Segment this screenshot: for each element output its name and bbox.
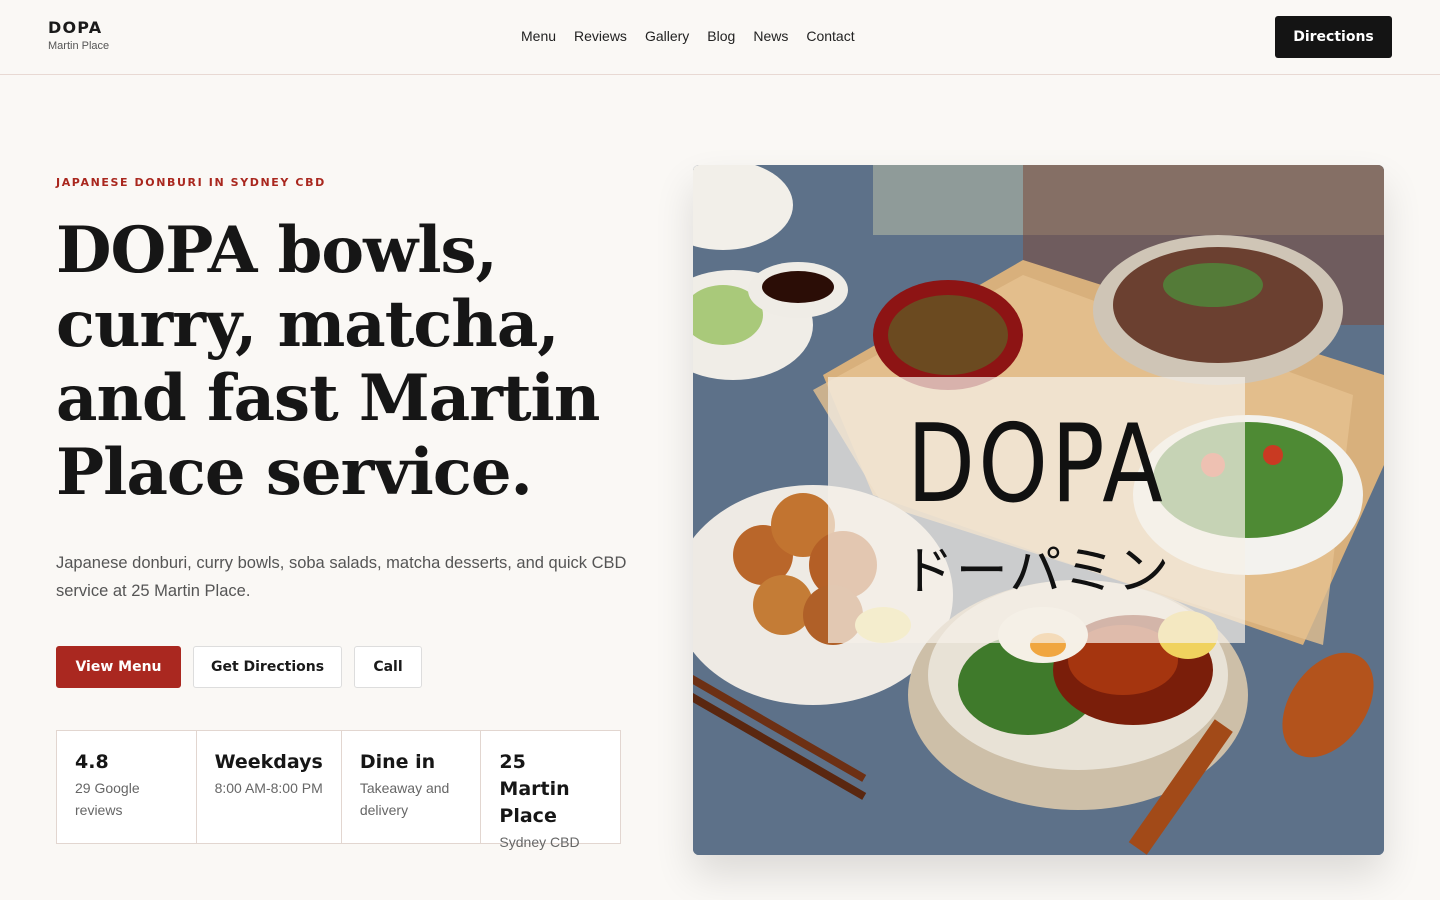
- nav-menu[interactable]: Menu: [521, 26, 556, 46]
- fact-service-title: Dine in: [359, 751, 436, 773]
- call-button[interactable]: Call: [354, 646, 422, 688]
- fact-address-title: 25 Martin Place: [499, 751, 570, 827]
- fact-hours-title: Weekdays: [214, 751, 323, 773]
- nav-gallery[interactable]: Gallery: [645, 26, 689, 46]
- brand[interactable]: DOPA Martin Place: [48, 19, 109, 53]
- nav-reviews[interactable]: Reviews: [574, 26, 627, 46]
- nav-contact[interactable]: Contact: [806, 26, 854, 46]
- fact-hours-sub: 8:00 AM-8:00 PM: [214, 780, 323, 796]
- view-menu-button[interactable]: View Menu: [56, 646, 181, 688]
- fact-rating-sub: 29 Google reviews: [75, 780, 140, 818]
- brand-name: DOPA: [48, 18, 103, 37]
- hero-headline: DOPA bowls, curry, matcha, and fast Mart…: [56, 213, 600, 510]
- header-directions-button[interactable]: Directions: [1275, 16, 1392, 58]
- site-header: DOPA Martin Place Menu Reviews Gallery B…: [0, 0, 1440, 75]
- fact-hours: Weekdays 8:00 AM-8:00 PM: [197, 731, 342, 843]
- dopa-logo-overlay: DOPA ドーパミン: [828, 377, 1245, 643]
- quick-facts: 4.8 29 Google reviews Weekdays 8:00 AM-8…: [56, 730, 621, 850]
- fact-service: Dine in Takeaway and delivery: [342, 731, 482, 843]
- fact-service-sub: Takeaway and delivery: [359, 780, 450, 818]
- main-nav: Menu Reviews Gallery Blog News Contact: [521, 26, 855, 46]
- hero-actions: View Menu Get Directions Call: [56, 646, 422, 688]
- logo-japanese: ドーパミン: [901, 542, 1172, 602]
- fact-address-sub: Sydney CBD: [499, 834, 580, 850]
- logo-wordmark: DOPA: [906, 402, 1167, 527]
- fact-rating: 4.8 29 Google reviews: [57, 731, 197, 843]
- hero-lead: Japanese donburi, curry bowls, soba sala…: [56, 554, 627, 600]
- hero-eyebrow: JAPANESE DONBURI IN SYDNEY CBD: [56, 176, 326, 189]
- brand-location: Martin Place: [48, 40, 110, 52]
- fact-rating-value: 4.8: [75, 751, 109, 773]
- nav-blog[interactable]: Blog: [707, 26, 735, 46]
- fact-address: 25 Martin Place Sydney CBD: [481, 731, 620, 850]
- nav-news[interactable]: News: [753, 26, 788, 46]
- get-directions-button[interactable]: Get Directions: [193, 646, 342, 688]
